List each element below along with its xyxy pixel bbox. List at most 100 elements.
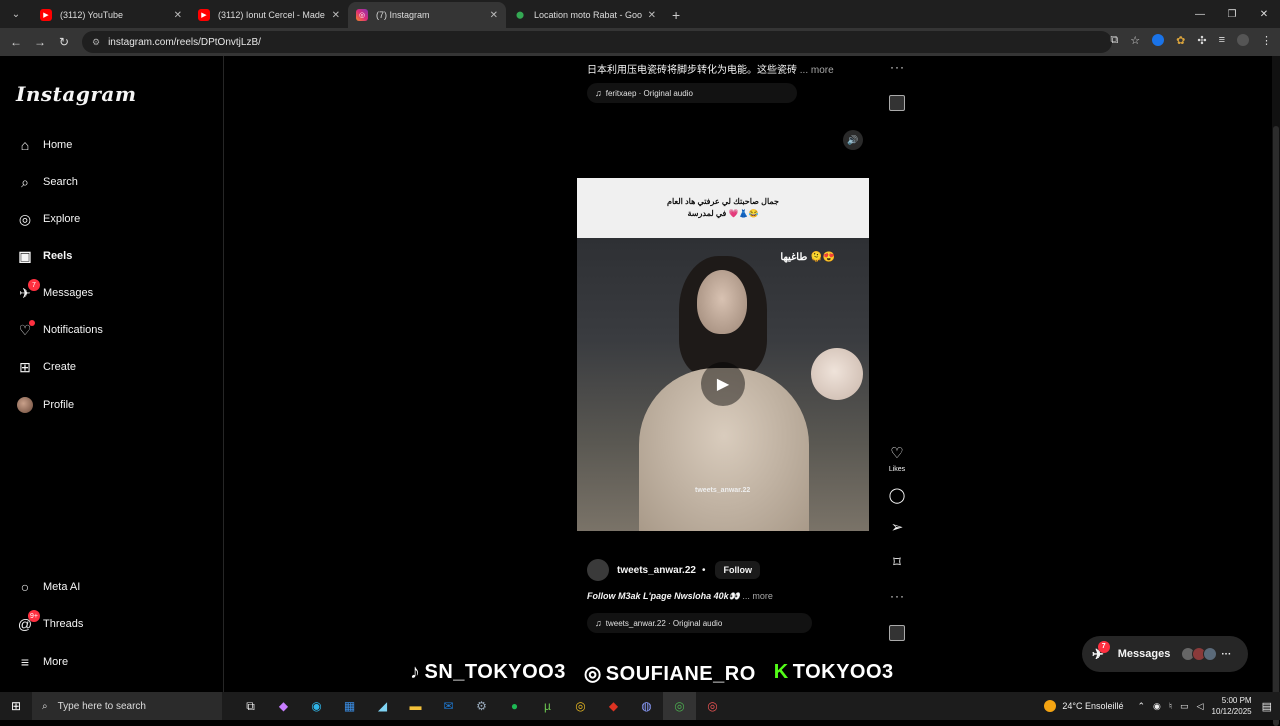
comment-icon[interactable]: ◯ — [887, 486, 907, 504]
close-icon[interactable]: ✕ — [490, 10, 498, 21]
sidebar-item-more[interactable]: ≡ More — [16, 651, 68, 673]
sidebar-item-profile[interactable]: Profile — [16, 394, 74, 416]
more-link[interactable]: ... more — [800, 65, 834, 76]
sidebar-item-notifications[interactable]: ♡ Notifications — [16, 319, 103, 341]
search-icon: ⌕ — [21, 173, 29, 190]
audio-thumbnail[interactable] — [889, 625, 905, 641]
install-app-icon[interactable]: ⧉ — [1110, 34, 1118, 47]
tiktok-icon: ♪ — [410, 661, 421, 683]
outlook-icon[interactable]: ✉ — [432, 692, 465, 720]
sidebar-item-threads[interactable]: @9+ Threads — [16, 610, 84, 635]
spotify-icon[interactable]: ● — [498, 692, 531, 720]
reel-username[interactable]: tweets_anwar.22 — [617, 565, 696, 576]
weather-text[interactable]: 24°C Ensoleillé — [1062, 701, 1123, 711]
close-icon[interactable]: ✕ — [332, 10, 340, 21]
tab-title: Location moto Rabat - Google — [534, 10, 642, 20]
share-icon[interactable]: ➢ — [887, 518, 907, 536]
system-tray: 24°C Ensoleillé ⌃ ◉ ♮ ▭ ◁ 5:00 PM 10/12/… — [1044, 692, 1280, 720]
reel-caption[interactable]: Follow M3ak L'page Nwsloha 40k👀 ... more — [587, 591, 773, 602]
edge-icon[interactable]: ◉ — [300, 692, 333, 720]
chevron-up-icon[interactable]: ⌃ — [1137, 701, 1145, 712]
sidebar-item-label: Messages — [43, 287, 94, 299]
profile-avatar[interactable] — [1237, 34, 1249, 46]
minimize-icon[interactable]: — — [1184, 0, 1216, 28]
heart-icon: ♡ — [16, 320, 35, 339]
close-window-icon[interactable]: ✕ — [1248, 0, 1280, 28]
taskbar-search[interactable]: ⌕ Type here to search — [32, 692, 222, 720]
network-icon[interactable]: ◉ — [1153, 701, 1161, 712]
app-icon[interactable]: ◎ — [696, 692, 729, 720]
tab-youtube[interactable]: ▶ (3112) YouTube ✕ — [32, 2, 190, 28]
more-options-icon[interactable]: ··· — [890, 60, 905, 74]
more-link[interactable]: ... more — [742, 591, 773, 601]
new-tab-button[interactable]: + — [672, 7, 680, 23]
more-options-icon[interactable]: ··· — [890, 589, 905, 603]
instagram-icon: ◎ — [583, 663, 602, 685]
tab-instagram[interactable]: ◎ (7) Instagram ✕ — [348, 2, 506, 28]
forward-icon[interactable]: → — [28, 35, 52, 49]
reel-audio[interactable]: ♫ tweets_anwar.22 · Original audio — [587, 613, 812, 633]
notification-center-icon[interactable]: ▤ — [1262, 700, 1272, 713]
audio-thumbnail[interactable] — [889, 95, 905, 111]
tab-google-maps[interactable]: ⬤ Location moto Rabat - Google ✕ — [506, 2, 664, 28]
file-explorer-icon[interactable]: ▬ — [399, 692, 432, 720]
copilot-icon[interactable]: ◆ — [267, 692, 300, 720]
sidebar-item-search[interactable]: ⌕ Search — [16, 171, 78, 193]
sidebar-item-reels[interactable]: ▣ Reels — [16, 245, 72, 267]
restore-icon[interactable]: ❐ — [1216, 0, 1248, 28]
extension-icon[interactable]: ✿ — [1176, 34, 1185, 47]
reel-author-row: tweets_anwar.22 • Follow — [587, 559, 760, 581]
bookmark-star-icon[interactable]: ☆ — [1130, 34, 1140, 47]
follow-button[interactable]: Follow — [715, 561, 760, 579]
previous-reel-caption[interactable]: 日本利用压电瓷砖将脚步转化为电能。这些瓷砖 ... more — [587, 61, 834, 76]
scrollbar[interactable] — [1272, 56, 1280, 726]
extensions-puzzle-icon[interactable]: ✣ — [1197, 34, 1206, 47]
sidebar-item-explore[interactable]: ◎ Explore — [16, 208, 80, 230]
chrome-icon[interactable]: ◎ — [564, 692, 597, 720]
task-view-icon[interactable]: ⧉ — [234, 692, 267, 720]
reel-video[interactable]: جمال صاحبتك لي عرفتي هاد العام في لمدرسة… — [577, 178, 869, 531]
close-icon[interactable]: ✕ — [648, 10, 656, 21]
store-icon[interactable]: ▦ — [333, 692, 366, 720]
menu-kebab-icon[interactable]: ⋮ — [1261, 34, 1272, 47]
volume-icon[interactable]: ◁ — [1197, 701, 1204, 712]
app-icon[interactable]: ◆ — [597, 692, 630, 720]
discord-icon[interactable]: ◍ — [630, 692, 663, 720]
close-icon[interactable]: ✕ — [174, 10, 182, 21]
windows-start-icon[interactable]: ⊞ — [0, 699, 32, 713]
volume-icon[interactable]: 🔊 — [843, 130, 863, 150]
url-field[interactable]: ⚙ instagram.com/reels/DPtOnvtjLzB/ — [82, 31, 1112, 53]
reel-video-caption-banner: جمال صاحبتك لي عرفتي هاد العام في لمدرسة… — [577, 178, 869, 238]
video-overlay-text: طاغيها 🫠😍 — [780, 252, 835, 263]
save-bookmark-icon[interactable]: ⌑ — [887, 553, 907, 571]
utorrent-icon[interactable]: µ — [531, 692, 564, 720]
sidebar-item-home[interactable]: ⌂ Home — [16, 134, 73, 156]
tab-title: (7) Instagram — [376, 10, 430, 20]
chrome-icon[interactable]: ◎ — [663, 692, 696, 720]
tab-search-button[interactable]: ⌄ — [4, 3, 28, 25]
sidebar-item-messages[interactable]: ✈ 7 Messages — [16, 279, 94, 304]
reload-icon[interactable]: ↻ — [52, 35, 76, 49]
like-heart-icon[interactable]: ♡ — [887, 444, 907, 462]
display-icon[interactable]: ▭ — [1180, 701, 1189, 712]
steam-icon[interactable]: ⚙ — [465, 692, 498, 720]
media-controls-icon[interactable]: ≡ — [1219, 34, 1225, 47]
messages-floating-button[interactable]: ✈ 7 Messages ··· — [1082, 636, 1248, 672]
clock[interactable]: 5:00 PM 10/12/2025 — [1212, 695, 1252, 717]
previous-reel-audio[interactable]: ♫ feritxaep · Original audio — [587, 83, 797, 103]
instagram-logo[interactable]: Instagram — [16, 82, 137, 106]
microphone-icon[interactable]: ♮ — [1169, 701, 1172, 712]
sidebar-item-label: Threads — [43, 618, 84, 630]
extension-icon[interactable] — [1152, 34, 1165, 46]
tab-youtube-2[interactable]: ▶ (3112) Ionut Cercel - Made in R ✕ — [190, 2, 348, 28]
app-icon[interactable]: ◢ — [366, 692, 399, 720]
likes-label: Likes — [888, 466, 906, 473]
sidebar-item-create[interactable]: ⊞ Create — [16, 356, 76, 378]
youtube-icon: ▶ — [198, 9, 210, 21]
sidebar-item-meta-ai[interactable]: ○ Meta AI — [16, 576, 81, 598]
scrollbar-thumb[interactable] — [1273, 126, 1279, 726]
play-icon[interactable]: ▶ — [701, 362, 745, 406]
back-icon[interactable]: ← — [4, 35, 28, 49]
avatar[interactable] — [587, 559, 609, 581]
site-info-icon[interactable]: ⚙ — [92, 37, 100, 48]
